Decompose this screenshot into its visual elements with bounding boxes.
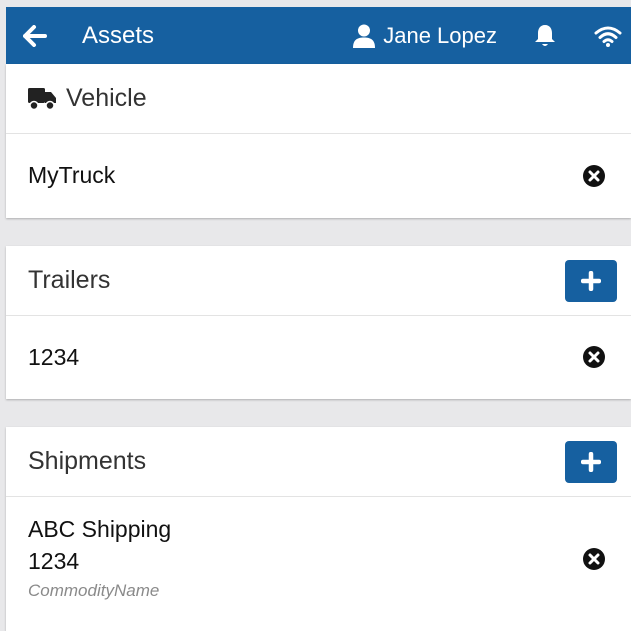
app-header: Assets Jane Lopez — [6, 7, 631, 64]
commodity-name: CommodityName — [28, 581, 160, 600]
shipment-details: ABC Shipping 1234 CommodityName — [28, 513, 583, 605]
add-shipment-button[interactable] — [565, 440, 617, 483]
notifications-button[interactable] — [531, 21, 559, 51]
trailers-header: Trailers — [6, 246, 631, 316]
connection-status[interactable] — [593, 21, 623, 51]
shipments-header: Shipments — [6, 427, 631, 497]
user-icon — [353, 24, 376, 48]
add-trailer-button[interactable] — [565, 259, 617, 302]
user-menu[interactable]: Jane Lopez — [353, 23, 497, 49]
wifi-icon — [594, 26, 622, 47]
back-button[interactable] — [6, 7, 64, 64]
trailers-heading: Trailers — [28, 266, 111, 294]
remove-trailer-button[interactable] — [583, 346, 605, 368]
plus-icon — [581, 270, 601, 291]
remove-vehicle-button[interactable] — [583, 164, 605, 187]
user-name: Jane Lopez — [383, 22, 497, 48]
bell-icon — [535, 24, 555, 46]
shipments-card: Shipments ABC Shipping 1234 CommodityNam… — [6, 427, 631, 631]
vehicle-card: Vehicle MyTruck — [6, 64, 631, 218]
plus-icon — [581, 451, 601, 472]
shipment-name: ABC Shipping — [28, 516, 172, 542]
vehicle-header: Vehicle — [6, 64, 631, 134]
shipment-number: 1234 — [28, 548, 80, 574]
close-circle-icon — [583, 164, 605, 187]
remove-shipment-button[interactable] — [583, 548, 605, 570]
trailer-number: 1234 — [28, 343, 80, 370]
page-title: Assets — [82, 21, 155, 49]
close-circle-icon — [583, 548, 605, 570]
close-circle-icon — [583, 346, 605, 368]
list-item: 1234 — [6, 316, 631, 398]
list-item: ABC Shipping 1234 CommodityName — [6, 497, 631, 621]
trailers-card: Trailers 1234 — [6, 246, 631, 399]
back-arrow-icon — [23, 24, 47, 47]
vehicle-heading: Vehicle — [66, 84, 147, 112]
vehicle-name: MyTruck — [28, 162, 116, 188]
list-item: MyTruck — [6, 134, 631, 217]
truck-icon — [28, 87, 56, 110]
shipments-heading: Shipments — [28, 447, 147, 475]
